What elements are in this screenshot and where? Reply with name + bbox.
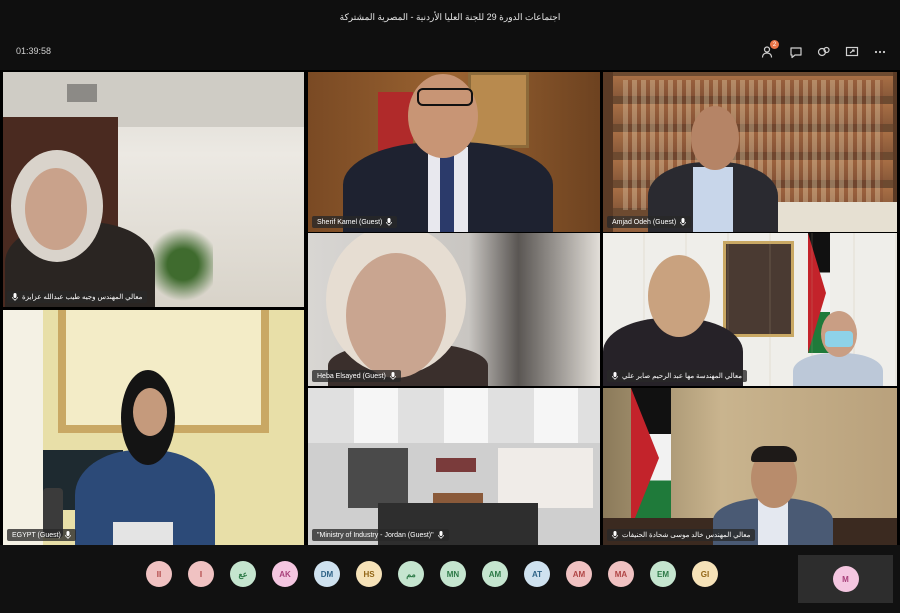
participant-name: EGYPT (Guest) xyxy=(12,531,61,539)
participant-avatar[interactable]: II xyxy=(146,561,172,587)
chat-icon xyxy=(790,47,802,59)
participant-avatar[interactable]: AM xyxy=(566,561,592,587)
microphone-icon xyxy=(612,372,618,380)
participant-avatar[interactable]: AK xyxy=(272,561,298,587)
participant-nametag: Heba Elsayed (Guest) xyxy=(312,370,401,382)
participant-avatar[interactable]: EM xyxy=(650,561,676,587)
video-tile[interactable]: معالي المهندسة مها عبد الرحيم صابر علي xyxy=(603,233,897,386)
share-screen-button[interactable] xyxy=(840,40,864,64)
participant-avatar[interactable]: DM xyxy=(314,561,340,587)
participant-nametag: Amjad Odeh (Guest) xyxy=(607,216,692,228)
participant-name: "Ministry of Industry - Jordan (Guest)" xyxy=(317,531,434,539)
participant-avatar[interactable]: HS xyxy=(356,561,382,587)
microphone-icon xyxy=(680,218,687,226)
video-tile[interactable]: Amjad Odeh (Guest) xyxy=(603,72,897,232)
video-grid: معالي المهندس وجيه طيب عبدالله عزايزة Sh… xyxy=(0,70,900,545)
participant-name: معالي المهندسة مها عبد الرحيم صابر علي xyxy=(622,373,742,380)
participant-avatar[interactable]: I xyxy=(188,561,214,587)
video-feed xyxy=(3,310,304,545)
video-feed xyxy=(308,233,600,386)
video-tile[interactable]: معالي المهندس وجيه طيب عبدالله عزايزة xyxy=(3,72,304,307)
share-screen-icon xyxy=(845,46,859,57)
microphone-icon xyxy=(612,531,618,539)
participant-name: معالي المهندس خالد موسى شحادة الحنيفات xyxy=(622,532,751,539)
participant-avatar[interactable]: مم xyxy=(398,561,424,587)
meeting-toolbar: 01:39:58 2 xyxy=(0,34,900,70)
video-tile[interactable]: Sherif Kamel (Guest) xyxy=(308,72,600,232)
participant-name: معالي المهندس وجيه طيب عبدالله عزايزة xyxy=(22,294,143,301)
self-video-tile[interactable]: M xyxy=(798,555,893,603)
participant-name: Heba Elsayed (Guest) xyxy=(317,372,386,380)
video-tile[interactable]: "Ministry of Industry - Jordan (Guest)" xyxy=(308,388,600,545)
window-title-bar: اجتماعات الدورة 29 للجنة العليا الأردنية… xyxy=(0,0,900,34)
participant-avatar[interactable]: GI xyxy=(692,561,718,587)
video-tile[interactable]: Heba Elsayed (Guest) xyxy=(308,233,600,386)
toolbar-actions: 2 xyxy=(756,40,892,64)
chat-button[interactable] xyxy=(784,40,808,64)
participant-nametag: EGYPT (Guest) xyxy=(7,529,76,541)
video-tile[interactable]: EGYPT (Guest) xyxy=(3,310,304,545)
microphone-icon xyxy=(65,531,71,539)
participant-nametag: معالي المهندس خالد موسى شحادة الحنيفات xyxy=(607,529,756,541)
participant-avatar[interactable]: AT xyxy=(524,561,550,587)
reactions-button[interactable] xyxy=(812,40,836,64)
video-feed xyxy=(603,72,897,232)
participant-avatar[interactable]: MN xyxy=(440,561,466,587)
people-button[interactable]: 2 xyxy=(756,40,780,64)
video-tile[interactable]: معالي المهندس خالد موسى شحادة الحنيفات xyxy=(603,388,897,545)
participant-nametag: معالي المهندس وجيه طيب عبدالله عزايزة xyxy=(7,291,148,303)
self-avatar: M xyxy=(832,566,859,592)
meeting-timer: 01:39:58 xyxy=(16,46,52,56)
video-feed xyxy=(603,233,897,386)
participant-nametag: "Ministry of Industry - Jordan (Guest)" xyxy=(312,529,449,541)
participant-strip: II I عع AK DM HS مم MN AM AT AM MA EM GI M xyxy=(0,545,900,613)
participant-avatar-list: II I عع AK DM HS مم MN AM AT AM MA EM GI xyxy=(146,561,718,587)
participants-count-badge: 2 xyxy=(770,40,779,49)
participant-avatar[interactable]: عع xyxy=(230,561,256,587)
window-title: اجتماعات الدورة 29 للجنة العليا الأردنية… xyxy=(339,11,561,22)
video-feed xyxy=(308,72,600,232)
more-options-icon xyxy=(874,50,886,54)
reactions-icon xyxy=(817,46,830,57)
video-feed xyxy=(603,388,897,545)
microphone-icon xyxy=(12,293,18,301)
video-feed xyxy=(308,388,600,545)
microphone-icon xyxy=(437,531,444,539)
participant-avatar[interactable]: AM xyxy=(482,561,508,587)
microphone-icon xyxy=(390,372,396,380)
video-feed xyxy=(3,72,304,307)
participant-name: Amjad Odeh (Guest) xyxy=(612,218,677,226)
microphone-icon xyxy=(386,218,393,226)
more-options-button[interactable] xyxy=(868,40,892,64)
participant-nametag: معالي المهندسة مها عبد الرحيم صابر علي xyxy=(607,370,747,382)
participant-avatar[interactable]: MA xyxy=(608,561,634,587)
participant-nametag: Sherif Kamel (Guest) xyxy=(312,216,398,228)
participant-name: Sherif Kamel (Guest) xyxy=(317,218,383,226)
